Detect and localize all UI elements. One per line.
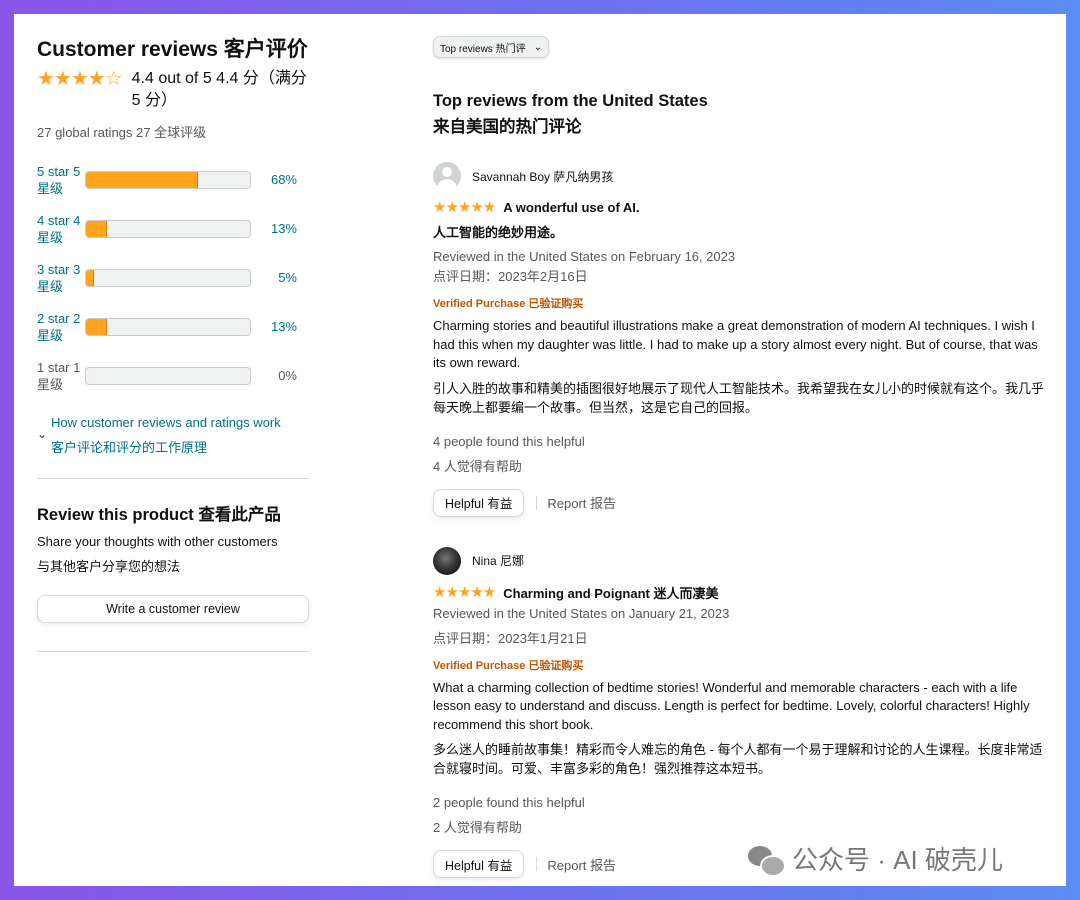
- share-thoughts-cn: 与其他客户分享您的想法: [37, 559, 181, 574]
- histogram-row-3-star[interactable]: 3 star 3 星级 5%: [37, 253, 309, 302]
- review-body: Charming stories and beautiful illustrat…: [433, 318, 1038, 370]
- histogram-fill: [86, 220, 108, 237]
- write-review-button[interactable]: Write a customer review: [37, 595, 309, 623]
- sort-dropdown[interactable]: Top reviews 热门评 ⌄: [433, 36, 549, 58]
- how-reviews-work-link[interactable]: ⌄ How customer reviews and ratings work …: [37, 410, 309, 460]
- average-rating-text: 4.4 out of 5 4.4 分（满分 5 分）: [131, 70, 307, 109]
- customer-reviews-title: Customer reviews 客户评价: [37, 38, 308, 61]
- sort-dropdown-label[interactable]: Top reviews 热门评: [440, 40, 526, 55]
- chevron-down-icon[interactable]: ⌄: [37, 410, 51, 460]
- helpful-count: 4 people found this helpful 4 人觉得有帮助: [433, 429, 1048, 479]
- reviewer-name[interactable]: Nina 尼娜: [472, 552, 524, 569]
- review-date-cn: 点评日期：2023年2月16日: [433, 269, 588, 284]
- verified-purchase-badge: Verified Purchase 已验证购买: [433, 659, 584, 672]
- histogram-percent[interactable]: 13%: [251, 319, 297, 334]
- how-reviews-work-cn[interactable]: 客户评论和评分的工作原理: [51, 435, 281, 460]
- top-reviews-title-en: Top reviews from the United States: [433, 92, 708, 110]
- histogram-row-5-star[interactable]: 5 star 5 星级 68%: [37, 155, 309, 204]
- wechat-icon: [748, 844, 786, 877]
- review-actions: Helpful 有益 Report 报告: [433, 488, 1048, 517]
- helpful-count-cn: 2 人觉得有帮助: [433, 820, 522, 835]
- share-thoughts-text: Share your thoughts with other customers…: [37, 529, 309, 579]
- histogram-fill: [86, 318, 108, 335]
- chevron-down-icon[interactable]: ⌄: [534, 42, 542, 53]
- star-rating-icon[interactable]: ★★★★★: [433, 583, 496, 601]
- histogram-label[interactable]: 5 star 5 星级: [37, 163, 85, 197]
- average-rating: ★★★★☆ 4.4 out of 5 4.4 分（满分 5 分）: [37, 68, 309, 112]
- helpful-count-en: 4 people found this helpful: [433, 433, 585, 449]
- review-date-en: Reviewed in the United States on January…: [433, 605, 730, 621]
- review-date-en: Reviewed in the United States on Februar…: [433, 249, 736, 264]
- watermark-text: 公众号 · AI 破壳儿: [792, 845, 1003, 875]
- star-rating-icon: ★★★★☆: [37, 68, 123, 90]
- watermark: 公众号 · AI 破壳儿: [748, 840, 1003, 877]
- review-title[interactable]: Charming and Poignant 迷人而凄美: [503, 583, 718, 602]
- histogram-label[interactable]: 3 star 3 星级: [37, 261, 85, 295]
- reviewer-name[interactable]: Savannah Boy 萨凡纳男孩: [472, 168, 613, 185]
- histogram-percent[interactable]: 13%: [251, 221, 297, 236]
- histogram-row-4-star[interactable]: 4 star 4 星级 13%: [37, 204, 309, 253]
- review-title[interactable]: A wonderful use of AI.: [503, 200, 639, 215]
- histogram-bar[interactable]: [85, 268, 251, 287]
- review-title-cn[interactable]: 人工智能的绝妙用途。: [433, 222, 1048, 241]
- histogram-label: 1 star 1 星级: [37, 359, 81, 392]
- helpful-button[interactable]: Helpful 有益: [433, 850, 525, 878]
- histogram-fill: [86, 171, 198, 188]
- histogram-percent[interactable]: 68%: [251, 172, 297, 187]
- helpful-count: 2 people found this helpful 2 人觉得有帮助: [433, 790, 1048, 840]
- review-body: What a charming collection of bedtime st…: [433, 679, 1030, 732]
- verified-purchase-badge: Verified Purchase 已验证购买: [433, 298, 584, 310]
- histogram-bar[interactable]: [85, 219, 251, 238]
- star-rating-icon[interactable]: ★★★★★: [433, 198, 496, 216]
- review-body-cn: 引人入胜的故事和精美的插图很好地展示了现代人工智能技术。我希望我在女儿小的时候就…: [433, 380, 1045, 415]
- histogram-fill: [86, 269, 95, 286]
- review-date: Reviewed in the United States on Februar…: [433, 247, 1048, 287]
- helpful-button[interactable]: Helpful 有益: [433, 488, 525, 517]
- review-product-title: Review this product 查看此产品: [37, 506, 281, 524]
- review-date: Reviewed in the United States on January…: [433, 604, 1048, 649]
- review-body-cn: 多么迷人的睡前故事集！精彩而令人难忘的角色 - 每个人都有一个易于理解和讨论的人…: [433, 742, 1043, 776]
- reviewer-profile[interactable]: Savannah Boy 萨凡纳男孩: [433, 162, 1048, 190]
- report-link[interactable]: Report 报告: [547, 493, 616, 512]
- report-link[interactable]: Report 报告: [547, 855, 616, 874]
- avatar-icon[interactable]: [433, 162, 461, 190]
- top-reviews-section: Top reviews 热门评 ⌄ Top reviews from the U…: [433, 36, 1048, 878]
- divider: [536, 495, 538, 510]
- divider: [536, 857, 538, 871]
- review-card: Nina 尼娜 ★★★★★ Charming and Poignant 迷人而凄…: [433, 546, 1048, 878]
- reviews-page: Customer reviews 客户评价 ★★★★☆ 4.4 out of 5…: [14, 14, 1066, 886]
- how-reviews-work-en[interactable]: How customer reviews and ratings work: [51, 410, 281, 435]
- top-reviews-title-cn: 来自美国的热门评论: [433, 118, 582, 136]
- review-date-cn: 点评日期：2023年1月21日: [433, 630, 588, 646]
- histogram-bar[interactable]: [85, 170, 251, 189]
- global-ratings-count: 27 global ratings 27 全球评级: [37, 125, 207, 140]
- avatar-icon[interactable]: [433, 546, 461, 575]
- histogram-bar: [85, 366, 251, 385]
- histogram-percent: 0%: [278, 368, 297, 383]
- histogram-label[interactable]: 2 star 2 星级: [37, 310, 85, 344]
- divider: [37, 651, 309, 652]
- histogram-row-1-star: 1 star 1 星级 0%: [37, 351, 309, 400]
- review-card: Savannah Boy 萨凡纳男孩 ★★★★★ A wonderful use…: [433, 162, 1048, 517]
- share-thoughts-en: Share your thoughts with other customers: [37, 534, 278, 549]
- reviewer-profile[interactable]: Nina 尼娜: [433, 546, 1048, 575]
- helpful-count-cn: 4 人觉得有帮助: [433, 458, 522, 474]
- rating-histogram: 5 star 5 星级 68% 4 star 4 星级 13% 3 star 3…: [37, 155, 309, 400]
- helpful-count-en: 2 people found this helpful: [433, 795, 585, 810]
- histogram-label[interactable]: 4 star 4 星级: [37, 212, 85, 246]
- ratings-summary: Customer reviews 客户评价 ★★★★☆ 4.4 out of 5…: [37, 36, 309, 652]
- histogram-bar[interactable]: [85, 317, 251, 336]
- top-reviews-title: Top reviews from the United States 来自美国的…: [433, 88, 1048, 140]
- histogram-row-2-star[interactable]: 2 star 2 星级 13%: [37, 302, 309, 351]
- histogram-percent[interactable]: 5%: [251, 270, 297, 285]
- divider: [37, 478, 309, 479]
